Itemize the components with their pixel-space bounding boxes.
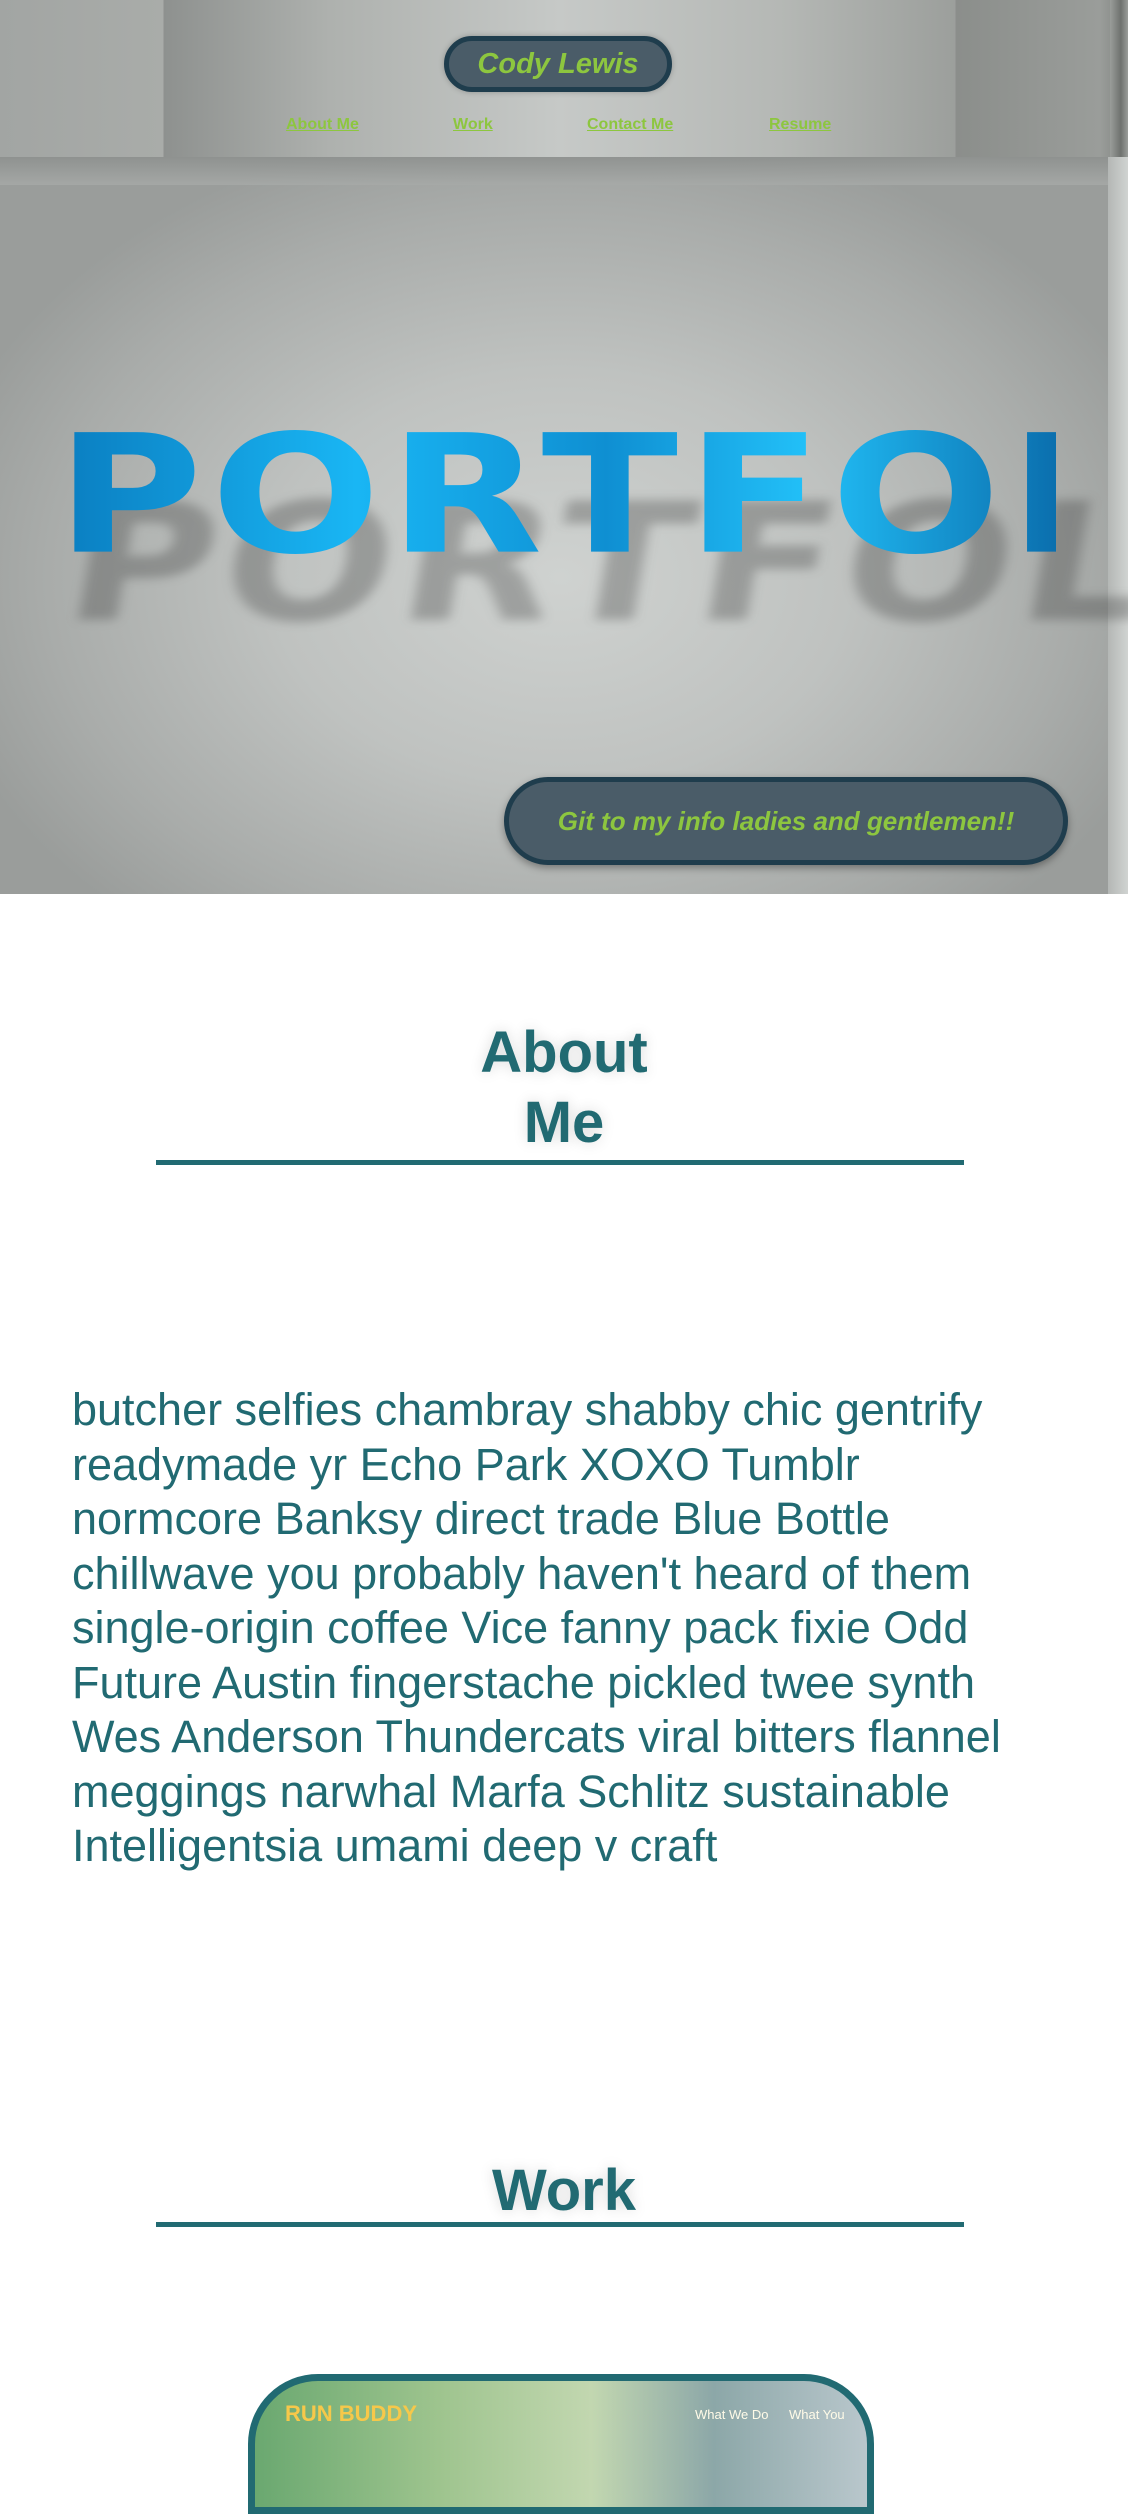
about-divider xyxy=(156,1160,964,1165)
site-header: Cody Lewis About Me Work Contact Me Resu… xyxy=(0,0,1128,157)
hero-banner: PORTFOLIO PORTFOLIO Git to my info ladie… xyxy=(0,157,1128,894)
project-card-run-buddy[interactable]: RUN BUDDY What We Do What You xyxy=(248,2374,874,2514)
hero-top-band xyxy=(0,157,1128,185)
nav-link-resume[interactable]: Resume xyxy=(769,116,831,134)
work-divider xyxy=(156,2222,964,2227)
nav-link-contact-me[interactable]: Contact Me xyxy=(587,116,673,134)
nav-link-work[interactable]: Work xyxy=(453,116,493,134)
project-nav-item: What We Do xyxy=(695,2407,769,2422)
work-section-title: Work xyxy=(492,2158,636,2224)
hero-cta-button[interactable]: Git to my info ladies and gentlemen!! xyxy=(504,777,1068,865)
site-name-badge[interactable]: Cody Lewis xyxy=(444,36,672,92)
project-nav-item: What You xyxy=(789,2407,845,2422)
main-nav: About Me Work Contact Me Resume xyxy=(0,116,1128,140)
about-section-title: About Me xyxy=(0,1018,1128,1158)
project-brand: RUN BUDDY xyxy=(285,2401,417,2426)
hero-portfolio-word: PORTFOLIO xyxy=(56,400,1128,591)
about-title-text: About Me xyxy=(480,1020,648,1156)
nav-link-about-me[interactable]: About Me xyxy=(286,116,359,134)
about-body-text: butcher selfies chambray shabby chic gen… xyxy=(72,1384,1001,1871)
